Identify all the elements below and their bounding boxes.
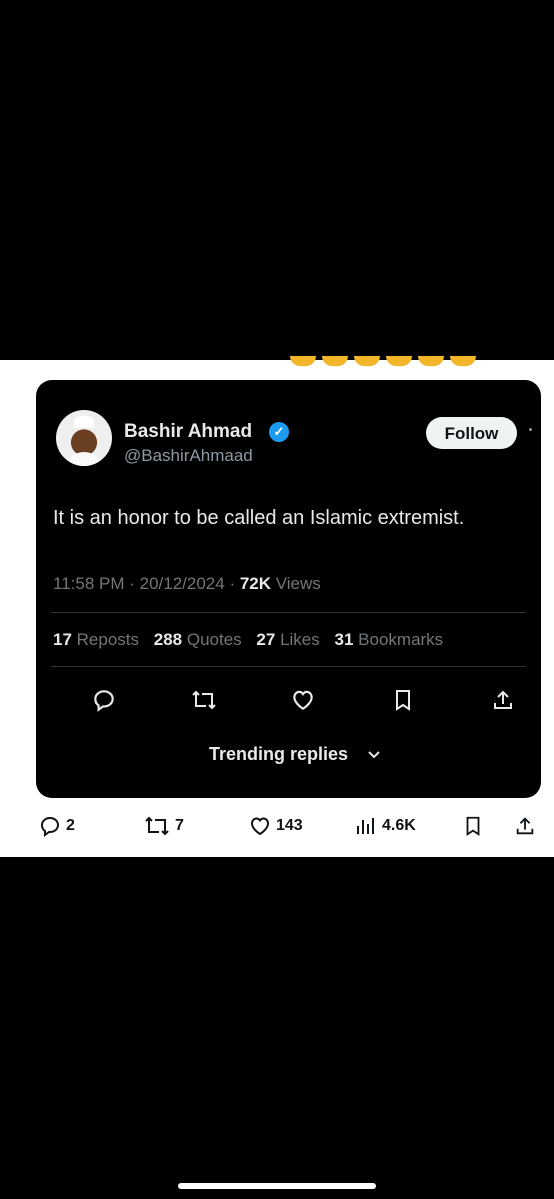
home-indicator — [178, 1183, 376, 1189]
quotes-label[interactable]: Quotes — [187, 630, 242, 649]
tweet-time: 11:58 PM — [53, 574, 125, 593]
repost-button[interactable]: 7 — [143, 814, 184, 838]
emoji-icon — [290, 356, 316, 366]
more-icon[interactable] — [529, 428, 532, 431]
verified-badge-icon: ✓ — [269, 422, 289, 442]
likes-count[interactable]: 27 — [256, 630, 275, 649]
share-button[interactable] — [514, 814, 536, 838]
author-handle[interactable]: @BashirAhmaad — [124, 446, 253, 466]
views-count: 72K — [239, 574, 272, 593]
trending-replies-label[interactable]: Trending replies — [209, 744, 348, 764]
like-count: 143 — [276, 817, 303, 834]
bookmark-button[interactable] — [462, 814, 484, 838]
emoji-icon — [386, 356, 412, 366]
divider — [51, 666, 526, 667]
chevron-down-icon — [368, 751, 380, 759]
tweet-stats: 17 Reposts 288 Quotes 27 Likes 31 Bookma… — [53, 630, 443, 650]
tweet-date: 20/12/2024 — [139, 574, 225, 593]
tweet-meta: 11:58 PM · 20/12/2024 · 72K Views — [53, 574, 321, 593]
repost-icon — [145, 816, 169, 836]
bookmarks-count[interactable]: 31 — [335, 630, 354, 649]
share-icon[interactable] — [483, 680, 523, 720]
like-icon[interactable] — [283, 680, 323, 720]
trending-replies-selector[interactable]: Trending replies — [209, 744, 381, 765]
emoji-icon — [322, 356, 348, 366]
tweet-text: It is an honor to be called an Islamic e… — [53, 507, 465, 529]
author-name[interactable]: Bashir Ahmad — [124, 421, 252, 443]
emoji-fragment-row — [290, 356, 476, 366]
reply-button[interactable]: 2 — [38, 814, 75, 838]
bookmark-icon[interactable] — [383, 680, 423, 720]
avatar[interactable] — [56, 410, 112, 466]
tweet-action-bar — [36, 680, 541, 720]
bookmark-icon — [466, 816, 480, 836]
repost-icon[interactable] — [184, 680, 224, 720]
like-icon — [250, 817, 270, 836]
share-icon — [516, 817, 534, 835]
views-count: 4.6K — [382, 817, 416, 834]
reply-icon — [40, 816, 60, 837]
reply-icon[interactable] — [84, 680, 124, 720]
emoji-icon — [354, 356, 380, 366]
views-button[interactable]: 4.6K — [354, 814, 416, 838]
emoji-icon — [418, 356, 444, 366]
follow-button[interactable]: Follow — [426, 417, 517, 449]
divider — [51, 612, 526, 613]
embedded-post: Bashir Ahmad ✓ @BashirAhmaad Follow It i… — [0, 356, 554, 857]
views-icon — [357, 818, 374, 834]
quotes-count[interactable]: 288 — [154, 630, 182, 649]
views-label: Views — [275, 574, 321, 593]
reposts-count[interactable]: 17 — [53, 630, 72, 649]
repost-count: 7 — [175, 817, 184, 834]
like-button[interactable]: 143 — [248, 814, 303, 838]
likes-label[interactable]: Likes — [280, 630, 320, 649]
post-action-bar: 2 7 143 4.6K — [0, 808, 554, 846]
emoji-icon — [450, 356, 476, 366]
tweet-screenshot-card: Bashir Ahmad ✓ @BashirAhmaad Follow It i… — [36, 380, 541, 798]
reply-count: 2 — [66, 817, 75, 834]
bookmarks-label[interactable]: Bookmarks — [358, 630, 443, 649]
reposts-label[interactable]: Reposts — [77, 630, 139, 649]
top-black-area — [0, 0, 554, 360]
